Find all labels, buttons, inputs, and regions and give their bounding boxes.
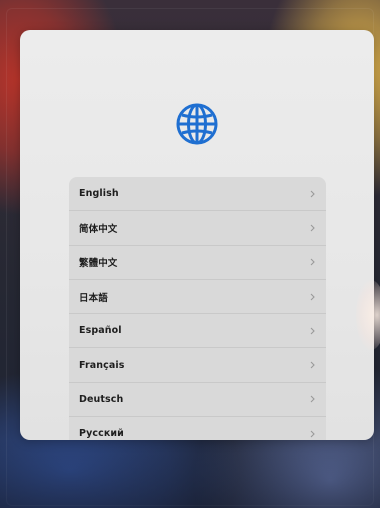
chevron-right-icon	[308, 394, 316, 404]
language-label: English	[79, 188, 119, 200]
chevron-right-icon	[308, 223, 316, 233]
language-label: Español	[79, 325, 122, 337]
language-row-traditional-chinese[interactable]: 繁體中文	[69, 246, 326, 280]
language-label: 简体中文	[79, 223, 118, 235]
language-sheet: English 简体中文 繁體中文 日本語 Español Français D…	[20, 30, 374, 440]
language-label: Français	[79, 359, 125, 371]
language-label: Deutsch	[79, 393, 124, 405]
wallpaper-bottom	[0, 440, 380, 508]
globe-icon	[176, 103, 218, 145]
language-row-french[interactable]: Français	[69, 348, 326, 383]
language-row-russian[interactable]: Русский	[69, 417, 326, 440]
chevron-right-icon	[308, 429, 316, 439]
chevron-right-icon	[308, 189, 316, 199]
chevron-right-icon	[308, 360, 316, 370]
language-list: English 简体中文 繁體中文 日本語 Español Français D…	[69, 177, 326, 440]
chevron-right-icon	[308, 257, 316, 267]
language-row-english[interactable]: English	[69, 177, 326, 212]
chevron-right-icon	[308, 292, 316, 302]
language-label: 日本語	[79, 292, 108, 304]
language-row-german[interactable]: Deutsch	[69, 383, 326, 418]
language-row-japanese[interactable]: 日本語	[69, 280, 326, 315]
light-glare	[356, 280, 380, 350]
language-label: Русский	[79, 428, 124, 440]
language-label: 繁體中文	[79, 258, 118, 270]
chevron-right-icon	[308, 326, 316, 336]
language-row-spanish[interactable]: Español	[69, 314, 326, 349]
language-row-simplified-chinese[interactable]: 简体中文	[69, 211, 326, 246]
